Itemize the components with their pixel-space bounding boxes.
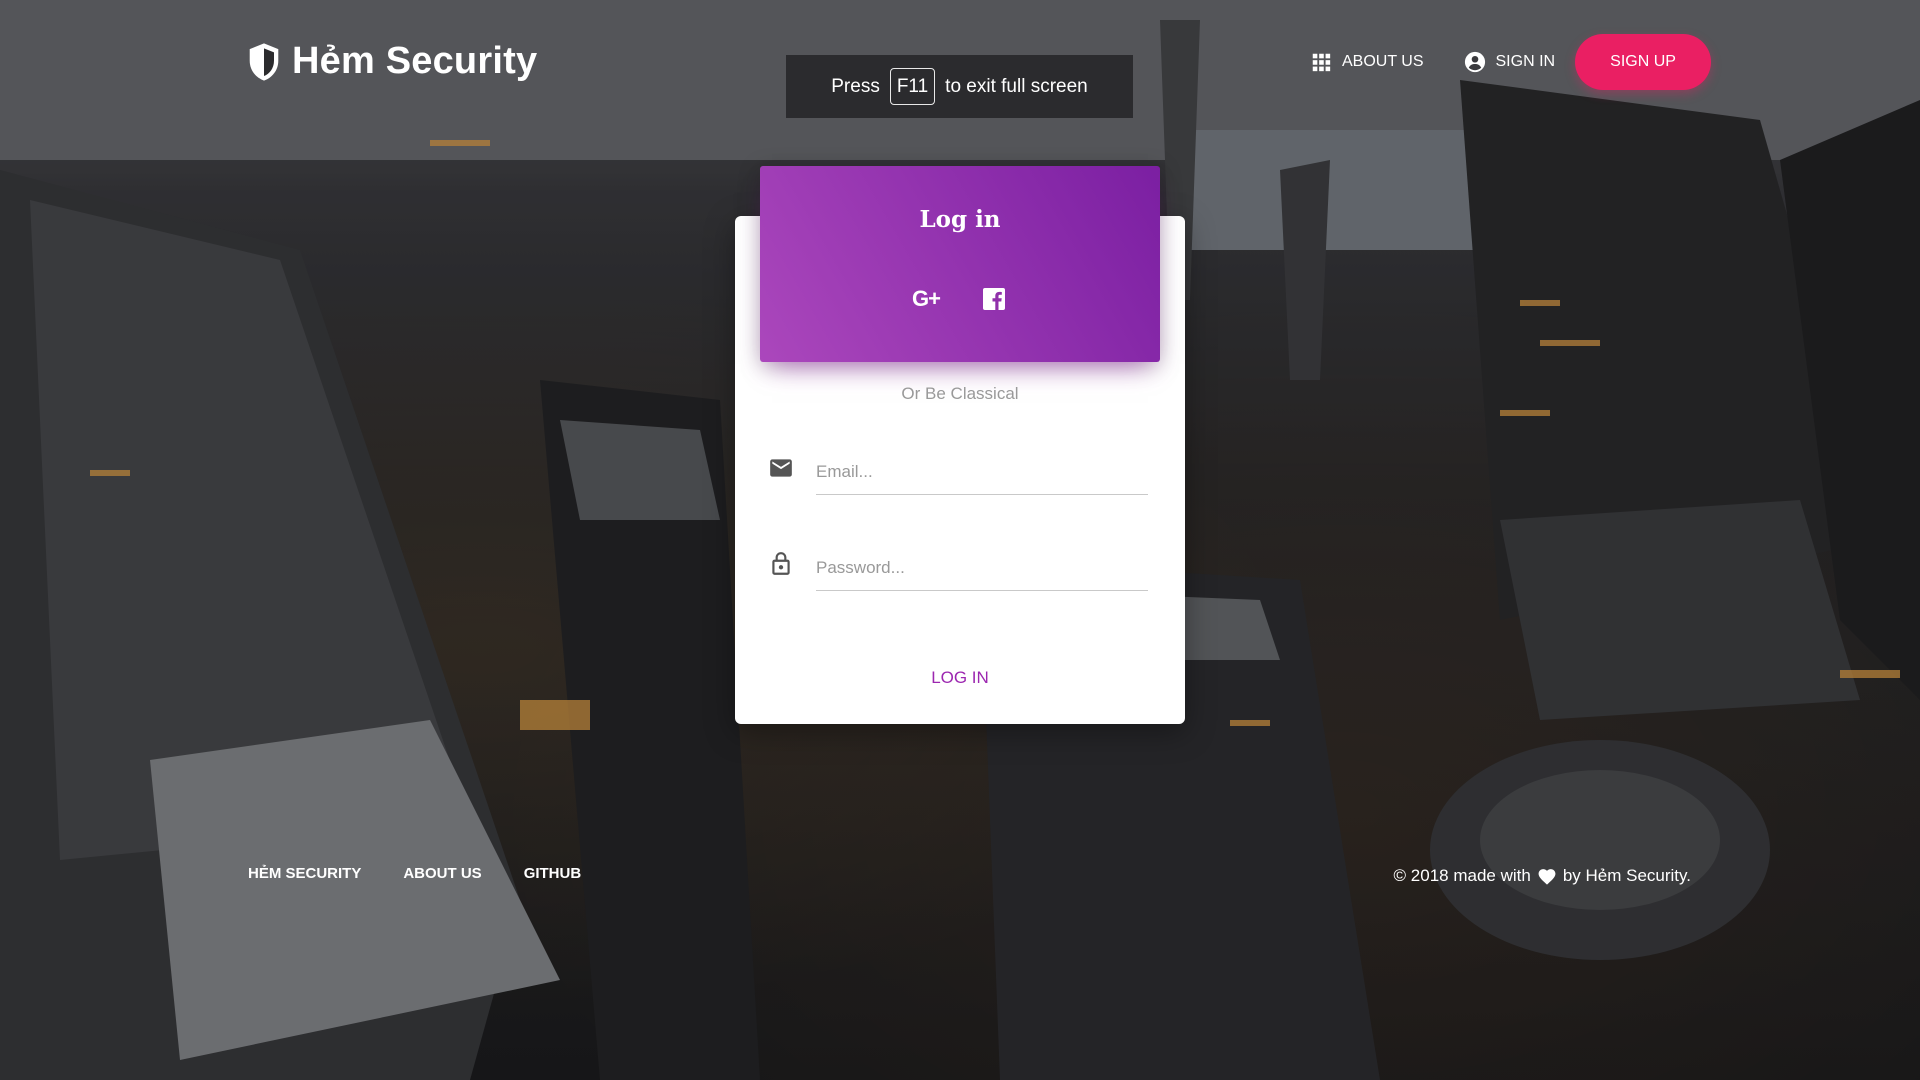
sign-up-button[interactable]: SIGN UP bbox=[1575, 34, 1712, 90]
fullscreen-notice-prefix: Press bbox=[831, 75, 880, 97]
fullscreen-notice: Press F11 to exit full screen bbox=[786, 55, 1133, 118]
facebook-icon bbox=[983, 288, 1005, 310]
login-card-header: Log in G+ bbox=[760, 166, 1160, 362]
fullscreen-notice-suffix: to exit full screen bbox=[945, 75, 1088, 97]
email-field bbox=[768, 450, 1148, 495]
copyright-suffix: by Hẻm Security. bbox=[1562, 866, 1691, 885]
social-login-buttons: G+ bbox=[760, 284, 1160, 314]
nav-sign-in-label: SIGN IN bbox=[1495, 53, 1556, 70]
copyright-text: © 2018 made with by Hẻm Security. bbox=[1394, 866, 1691, 886]
top-nav: ABOUT US SIGN IN SIGN UP bbox=[1290, 34, 1712, 90]
facebook-button[interactable] bbox=[979, 284, 1009, 314]
email-input[interactable] bbox=[816, 450, 1148, 495]
login-page: Hẻm Security Press F11 to exit full scre… bbox=[0, 0, 1920, 1080]
nav-sign-in[interactable]: SIGN IN bbox=[1444, 34, 1576, 90]
footer-link-github[interactable]: GITHUB bbox=[524, 865, 582, 882]
mail-icon bbox=[770, 459, 792, 477]
nav-about-us-label: ABOUT US bbox=[1342, 53, 1424, 70]
footer-links: HẺM SECURITY ABOUT US GITHUB bbox=[248, 865, 581, 882]
brand-logo[interactable]: Hẻm Security bbox=[246, 40, 537, 83]
or-be-classical-text: Or Be Classical bbox=[901, 384, 1019, 403]
lock-icon bbox=[772, 552, 790, 575]
heart-icon bbox=[1538, 869, 1556, 885]
google-plus-button[interactable]: G+ bbox=[911, 284, 941, 314]
shield-icon bbox=[249, 42, 279, 81]
copyright-prefix: © 2018 made with bbox=[1393, 866, 1531, 885]
nav-about-us[interactable]: ABOUT US bbox=[1290, 34, 1444, 90]
login-title: Log in bbox=[919, 206, 1001, 233]
google-plus-icon: G+ bbox=[912, 286, 941, 311]
apps-grid-icon bbox=[1312, 53, 1331, 72]
account-circle-icon bbox=[1464, 51, 1485, 73]
brand-name: Hẻm Security bbox=[292, 40, 538, 82]
password-input[interactable] bbox=[816, 546, 1148, 591]
footer-link-hem-security[interactable]: HẺM SECURITY bbox=[248, 865, 361, 882]
footer-link-about-us[interactable]: ABOUT US bbox=[403, 865, 481, 882]
password-field bbox=[768, 546, 1148, 591]
fullscreen-key: F11 bbox=[889, 68, 936, 105]
log-in-button[interactable]: LOG IN bbox=[735, 668, 1185, 688]
